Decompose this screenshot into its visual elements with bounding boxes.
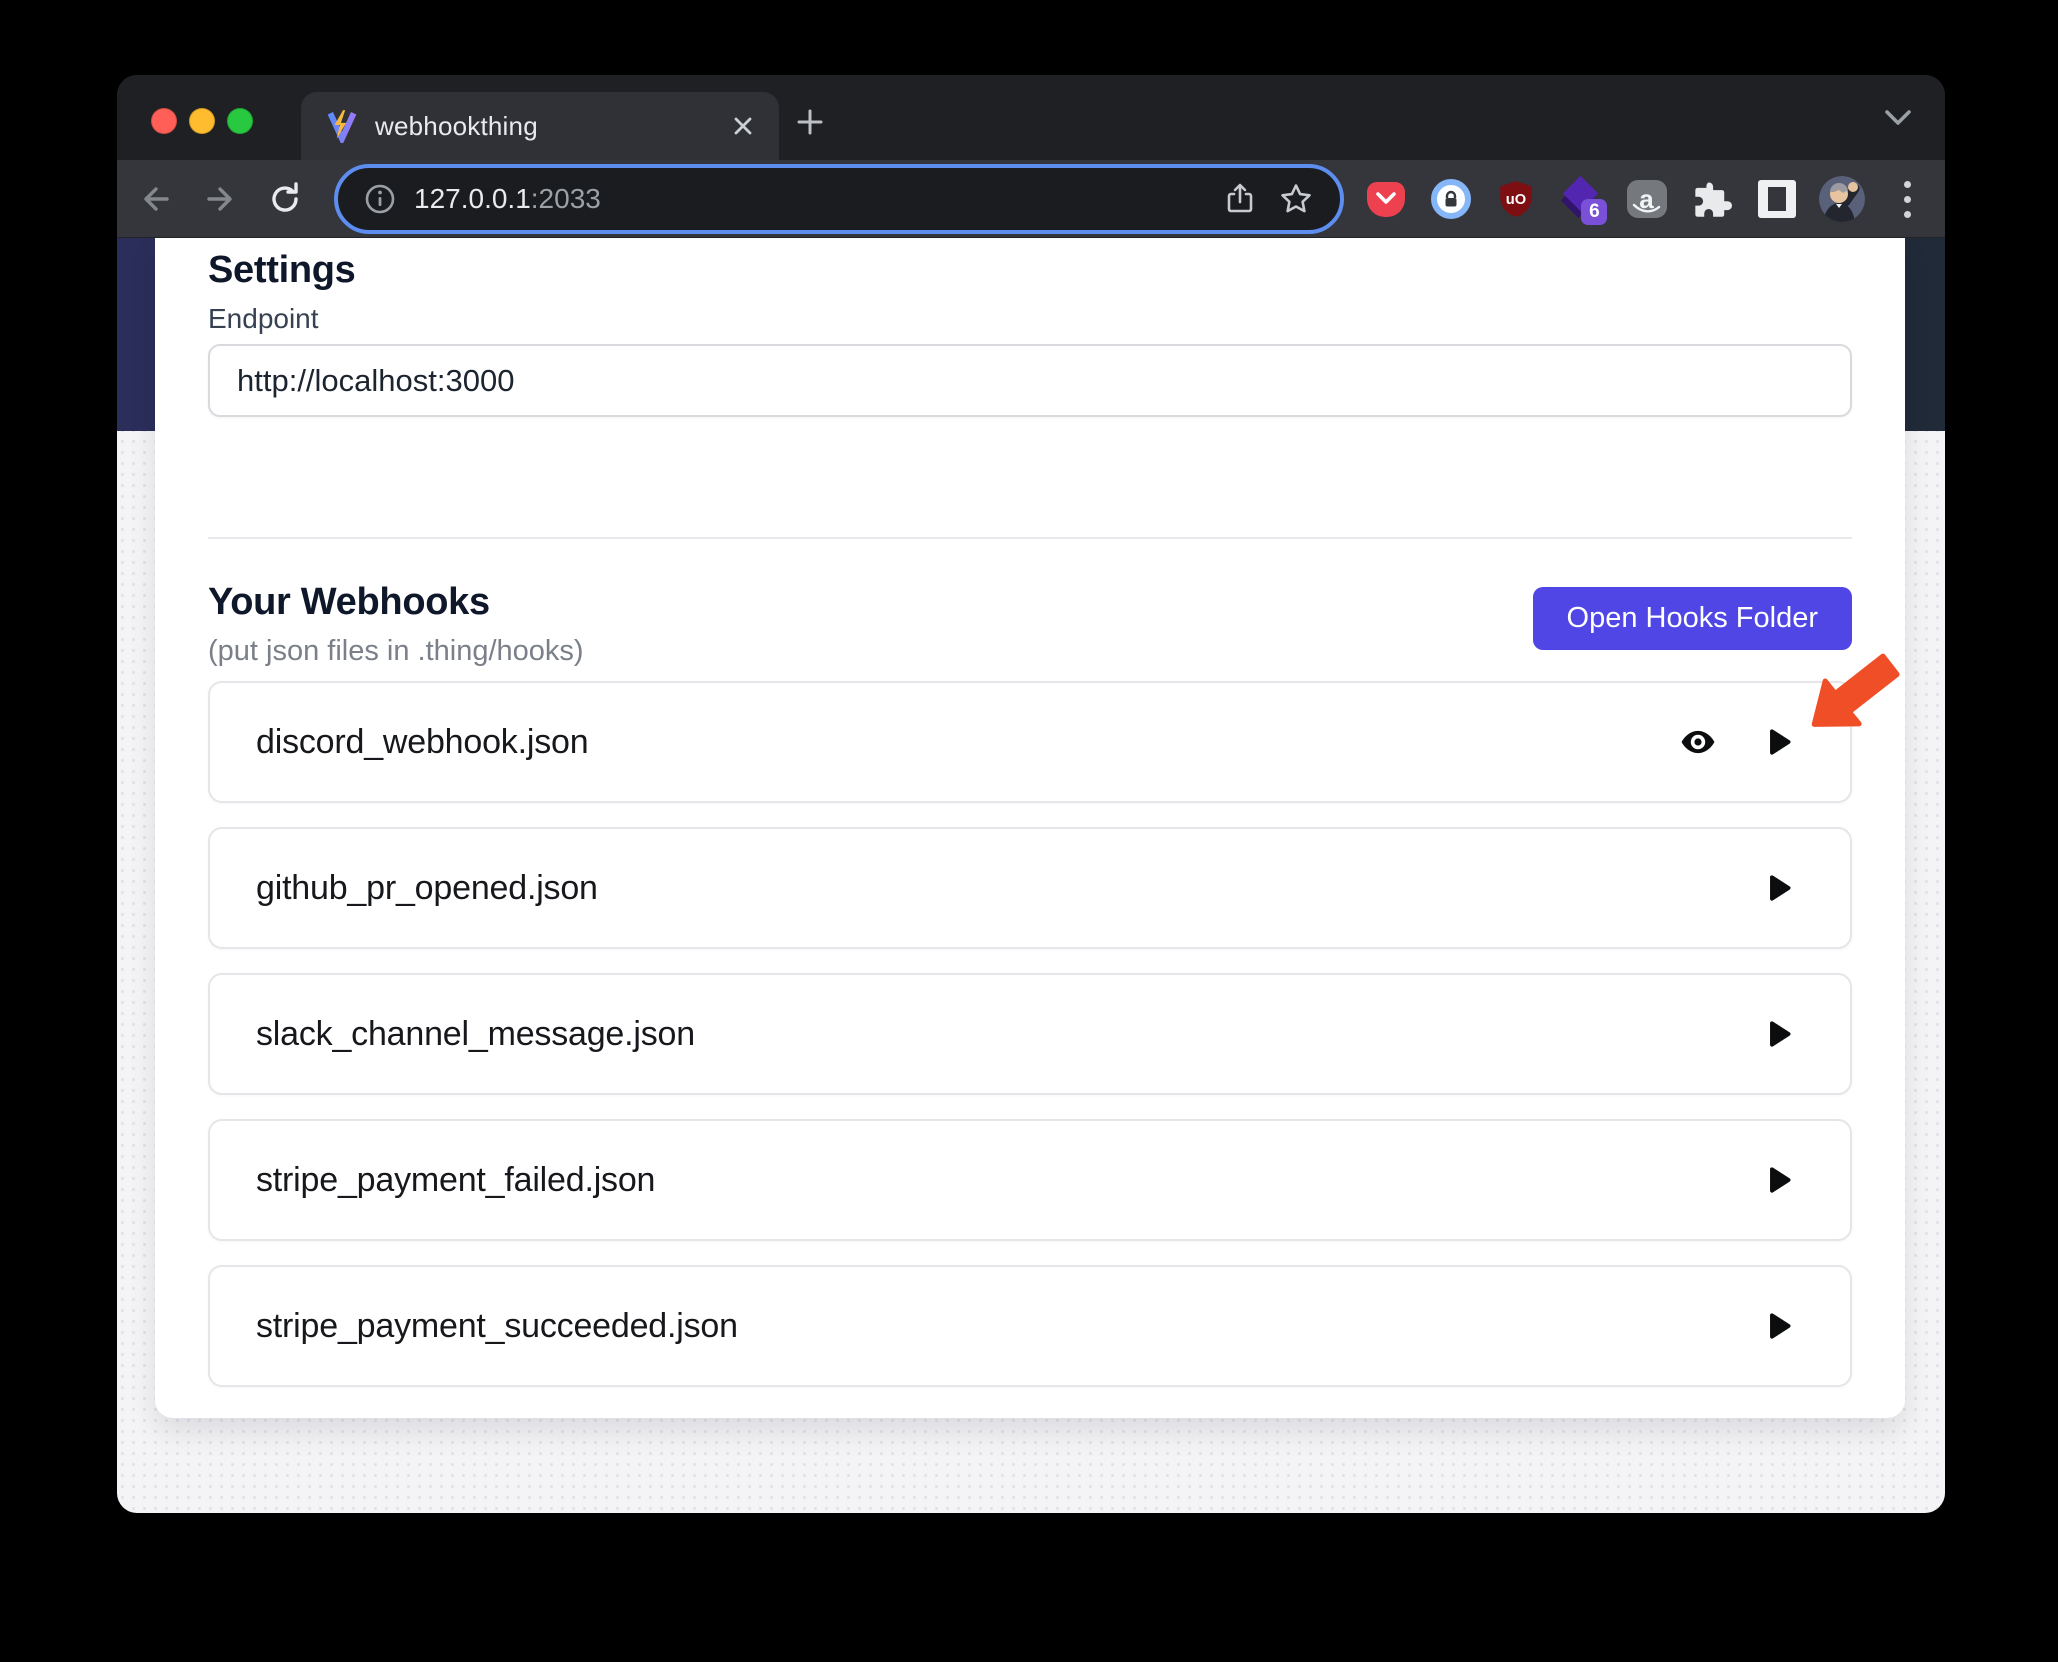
bookmark-star-icon[interactable] xyxy=(1276,179,1316,219)
tab-search-chevron-icon[interactable] xyxy=(1880,105,1916,131)
webhook-filename: discord_webhook.json xyxy=(256,723,1678,762)
webhookthing-favicon-icon xyxy=(325,109,359,143)
webhook-filename: stripe_payment_succeeded.json xyxy=(256,1307,1760,1346)
webhook-row: stripe_payment_failed.json xyxy=(208,1119,1852,1241)
webhook-row: slack_channel_message.json xyxy=(208,973,1852,1095)
profile-avatar[interactable] xyxy=(1819,176,1865,222)
webhooks-heading: Your Webhooks xyxy=(208,579,584,625)
tab-title: webhookthing xyxy=(375,111,711,142)
webhooks-subtitle: (put json files in .thing/hooks) xyxy=(208,633,584,669)
webhook-actions xyxy=(1678,722,1800,762)
play-icon[interactable] xyxy=(1760,1160,1800,1200)
url-port: :2033 xyxy=(531,183,601,214)
webhooks-titles: Your Webhooks (put json files in .thing/… xyxy=(208,579,584,669)
webhook-actions xyxy=(1760,1160,1800,1200)
webhook-filename: stripe_payment_failed.json xyxy=(256,1161,1760,1200)
site-info-icon[interactable] xyxy=(362,181,398,217)
traffic-lights xyxy=(151,108,253,134)
tab-close-icon[interactable] xyxy=(727,110,759,142)
browser-menu-kebab-icon[interactable] xyxy=(1884,176,1930,222)
pocket-extension-icon[interactable] xyxy=(1363,176,1409,222)
close-window-button[interactable] xyxy=(151,108,177,134)
webhook-filename: slack_channel_message.json xyxy=(256,1015,1760,1054)
open-hooks-folder-button[interactable]: Open Hooks Folder xyxy=(1533,587,1852,650)
webhook-row: discord_webhook.json xyxy=(208,681,1852,803)
extension-cluster: uO 6 a xyxy=(1363,160,1930,238)
webhook-list: discord_webhook.json github_pr_opened.js… xyxy=(208,681,1852,1387)
browser-window: webhookthing xyxy=(117,75,1945,1513)
play-icon[interactable] xyxy=(1760,1306,1800,1346)
play-icon[interactable] xyxy=(1760,722,1800,762)
password-lock-extension-icon[interactable] xyxy=(1428,176,1474,222)
extension-badge: 6 xyxy=(1581,199,1607,225)
webhook-actions xyxy=(1760,1306,1800,1346)
webhooks-header: Your Webhooks (put json files in .thing/… xyxy=(208,579,1852,669)
sidebar-toggle-icon[interactable] xyxy=(1754,176,1800,222)
play-icon[interactable] xyxy=(1760,868,1800,908)
share-icon[interactable] xyxy=(1220,179,1260,219)
tab-webhookthing[interactable]: webhookthing xyxy=(301,92,779,160)
webhook-actions xyxy=(1760,868,1800,908)
amazon-extension-icon[interactable]: a xyxy=(1624,176,1670,222)
page-viewport: Settings Endpoint Your Webhooks (put jso… xyxy=(117,238,1945,1513)
eye-icon[interactable] xyxy=(1678,722,1718,762)
webhook-row: stripe_payment_succeeded.json xyxy=(208,1265,1852,1387)
endpoint-input[interactable] xyxy=(208,344,1852,417)
main-card: Settings Endpoint Your Webhooks (put jso… xyxy=(155,238,1905,1418)
back-button[interactable] xyxy=(136,179,176,219)
browser-toolbar: 127.0.0.1:2033 xyxy=(117,160,1945,238)
ublock-extension-icon[interactable]: uO xyxy=(1493,176,1539,222)
play-icon[interactable] xyxy=(1760,1014,1800,1054)
webhook-filename: github_pr_opened.json xyxy=(256,869,1760,908)
webhook-actions xyxy=(1760,1014,1800,1054)
settings-heading: Settings xyxy=(208,246,1852,294)
endpoint-label: Endpoint xyxy=(208,302,1852,336)
tab-strip: webhookthing xyxy=(117,75,1945,160)
diamond-extension-icon[interactable]: 6 xyxy=(1558,176,1604,222)
extensions-puzzle-icon[interactable] xyxy=(1689,176,1735,222)
url-host: 127.0.0.1 xyxy=(414,183,531,214)
reload-button[interactable] xyxy=(265,179,305,219)
url-bar[interactable]: 127.0.0.1:2033 xyxy=(334,164,1344,234)
forward-button[interactable] xyxy=(200,179,240,219)
svg-text:uO: uO xyxy=(1506,192,1526,208)
new-tab-button[interactable] xyxy=(784,96,836,148)
zoom-window-button[interactable] xyxy=(227,108,253,134)
webhook-row: github_pr_opened.json xyxy=(208,827,1852,949)
url-text: 127.0.0.1:2033 xyxy=(414,183,601,215)
minimize-window-button[interactable] xyxy=(189,108,215,134)
section-divider xyxy=(208,537,1852,539)
